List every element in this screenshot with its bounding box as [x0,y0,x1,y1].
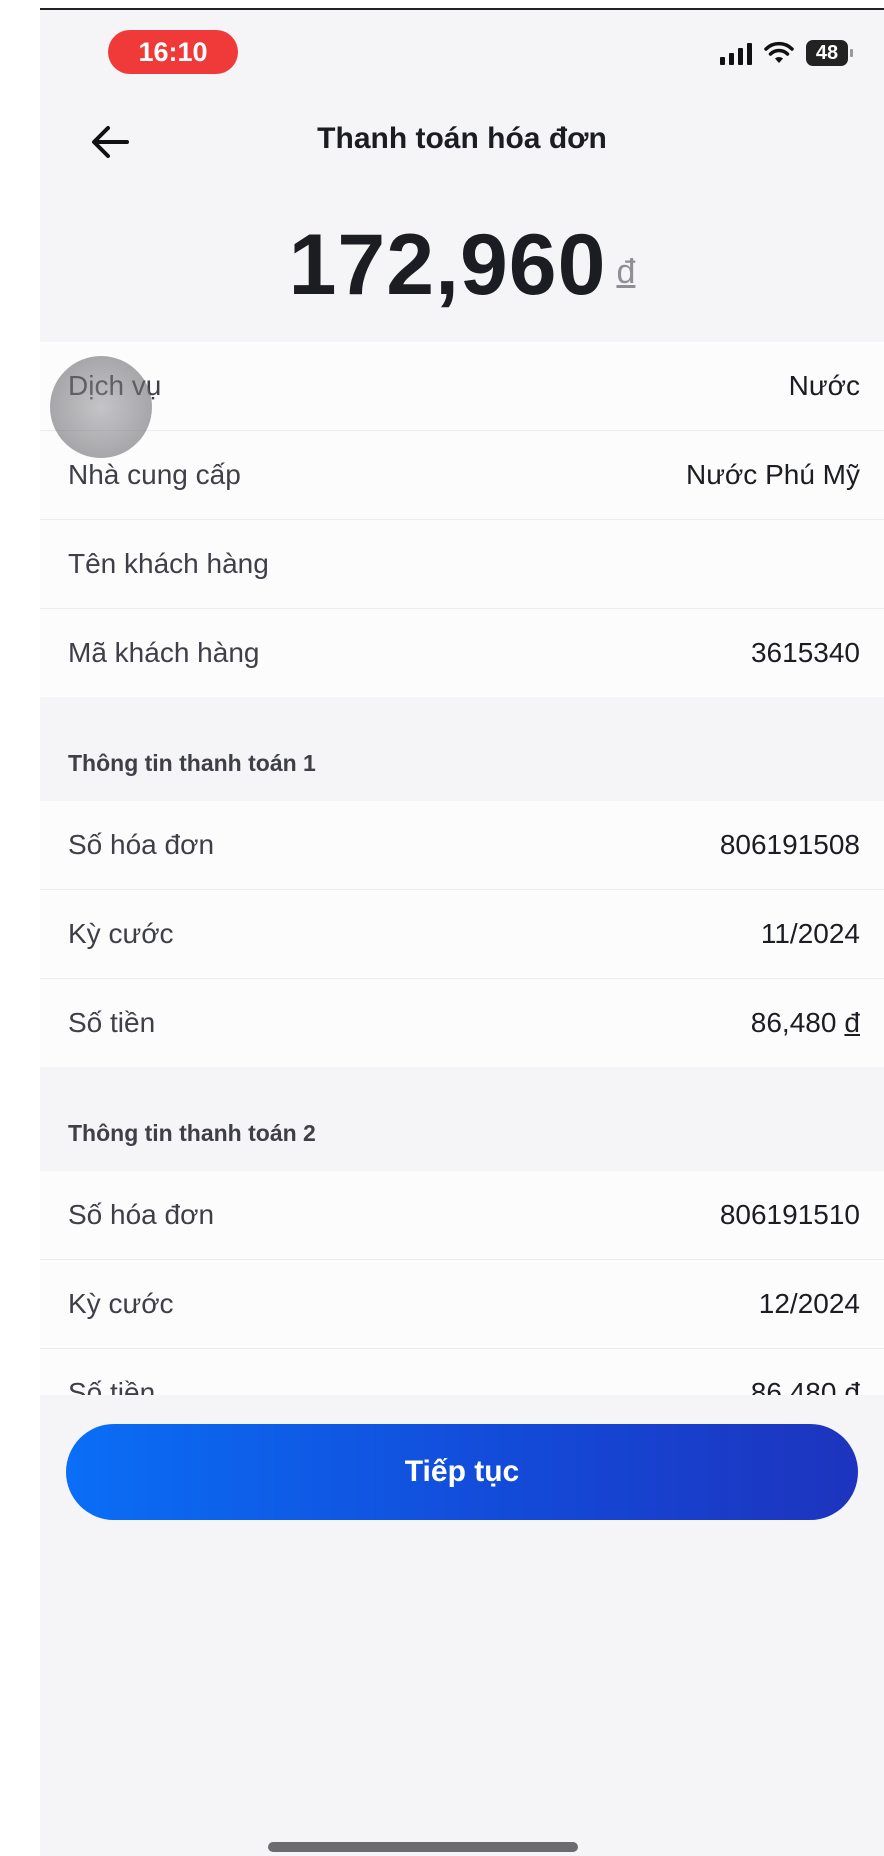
service-info-card: Dịch vụ Nước Nhà cung cấp Nước Phú Mỹ Tê… [40,342,884,697]
service-value: Nước [788,370,860,401]
battery-icon: 48 [806,40,853,66]
customer-name-label: Tên khách hàng [68,548,269,579]
amount-row: Số tiền 86,480 đ [40,979,884,1067]
provider-label: Nhà cung cấp [68,459,241,490]
customer-id-row: Mã khách hàng 3615340 [40,609,884,697]
invoice-label: Số hóa đơn [68,1199,215,1230]
wifi-icon [764,41,794,63]
period-value: 11/2024 [760,918,860,949]
customer-name-row: Tên khách hàng [40,520,884,609]
page-title: Thanh toán hóa đơn [317,122,607,155]
payment-1-title: Thông tin thanh toán 1 [68,750,316,776]
home-indicator [268,1842,578,1852]
invoice-value: 806191508 [719,829,860,860]
amount-value: 86,480 đ [751,1007,860,1039]
invoice-value: 806191510 [719,1199,860,1230]
period-value: 12/2024 [758,1288,860,1319]
period-label: Kỳ cước [68,918,174,949]
period-row: Kỳ cước 11/2024 [40,890,884,979]
provider-value: Nước Phú Mỹ [685,459,860,490]
customer-id-value: 3615340 [750,637,860,668]
total-amount-value: 172,960 [288,217,607,313]
customer-id-label: Mã khách hàng [68,637,260,668]
status-time: 16:10 [108,30,238,74]
payment-2-title: Thông tin thanh toán 2 [68,1120,316,1146]
invoice-row: Số hóa đơn 806191510 [40,1171,884,1260]
amount-number: 86,480 [750,1007,837,1038]
period-row: Kỳ cước 12/2024 [40,1260,884,1349]
touch-indicator [50,356,152,458]
continue-button[interactable]: Tiếp tục [66,1424,858,1520]
amount-label: Số tiền [68,1007,156,1038]
service-row: Dịch vụ Nước [40,342,884,431]
total-amount: 172,960 đ [40,222,884,308]
provider-row: Nhà cung cấp Nước Phú Mỹ [40,431,884,520]
invoice-row: Số hóa đơn 806191508 [40,801,884,890]
status-icons: 48 [720,40,853,66]
app-screen: 16:10 48 Thanh toán hóa đơn 172,960 đ Dị… [40,10,884,1856]
amount-currency: đ [844,1007,860,1038]
total-currency: đ [616,253,636,291]
cellular-signal-icon [720,41,752,65]
payment-1-card: Số hóa đơn 806191508 Kỳ cước 11/2024 Số … [40,801,884,1067]
invoice-label: Số hóa đơn [68,829,215,860]
period-label: Kỳ cước [68,1288,174,1319]
